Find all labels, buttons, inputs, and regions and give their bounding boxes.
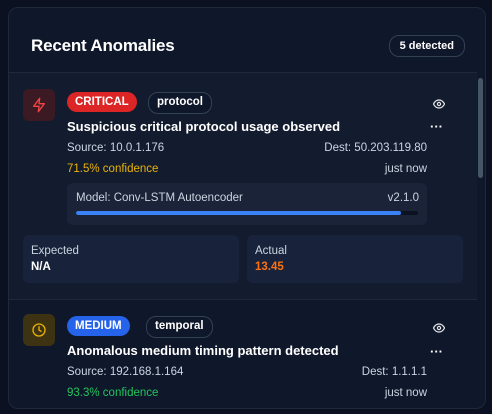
confidence-score: 93.3% confidence bbox=[67, 387, 159, 399]
actual-box: Actual 13.45 bbox=[247, 235, 463, 283]
anomaly-title: Suspicious critical protocol usage obser… bbox=[67, 119, 341, 134]
category-tag: temporal bbox=[146, 316, 213, 338]
anomaly-card[interactable]: CRITICAL protocol Suspicious critical pr… bbox=[9, 72, 477, 300]
clock-icon bbox=[23, 314, 55, 346]
expected-value: N/A bbox=[31, 261, 51, 273]
eye-icon[interactable] bbox=[432, 321, 446, 333]
more-options-icon[interactable]: ··· bbox=[430, 119, 443, 134]
panel-title: Recent Anomalies bbox=[31, 36, 175, 55]
count-badge: 5 detected bbox=[388, 35, 465, 57]
anomalies-panel: Recent Anomalies 5 detected CRITICAL pro… bbox=[8, 7, 486, 409]
timestamp: just now bbox=[384, 163, 427, 175]
model-progress-fill bbox=[76, 211, 401, 215]
anomaly-list: CRITICAL protocol Suspicious critical pr… bbox=[9, 72, 477, 408]
eye-icon[interactable] bbox=[432, 97, 446, 109]
model-version: v2.1.0 bbox=[387, 192, 419, 204]
scroll-thumb[interactable] bbox=[478, 78, 483, 178]
dest-address: Dest: 50.203.119.80 bbox=[324, 142, 427, 154]
severity-badge: MEDIUM bbox=[67, 316, 130, 336]
anomaly-title: Anomalous medium timing pattern detected bbox=[67, 343, 339, 358]
anomaly-card[interactable]: MEDIUM temporal Anomalous medium timing … bbox=[9, 299, 477, 408]
confidence-score: 71.5% confidence bbox=[67, 163, 159, 175]
severity-badge: CRITICAL bbox=[67, 92, 137, 112]
model-name: Model: Conv-LSTM Autoencoder bbox=[76, 192, 243, 204]
panel-header: Recent Anomalies 5 detected bbox=[9, 8, 485, 72]
expected-label: Expected bbox=[31, 245, 79, 257]
timestamp: just now bbox=[384, 387, 427, 399]
model-info: Model: Conv-LSTM Autoencoder v2.1.0 bbox=[67, 183, 427, 225]
actual-value: 13.45 bbox=[255, 261, 284, 273]
source-address: Source: 192.168.1.164 bbox=[67, 366, 184, 378]
lightning-icon bbox=[23, 89, 55, 121]
more-options-icon[interactable]: ··· bbox=[430, 344, 443, 359]
expected-box: Expected N/A bbox=[23, 235, 239, 283]
scrollbar[interactable] bbox=[478, 72, 483, 408]
model-progress-track bbox=[76, 211, 418, 215]
dest-address: Dest: 1.1.1.1 bbox=[361, 366, 427, 378]
source-address: Source: 10.0.1.176 bbox=[67, 142, 165, 154]
actual-label: Actual bbox=[255, 245, 287, 257]
category-tag: protocol bbox=[148, 92, 212, 114]
